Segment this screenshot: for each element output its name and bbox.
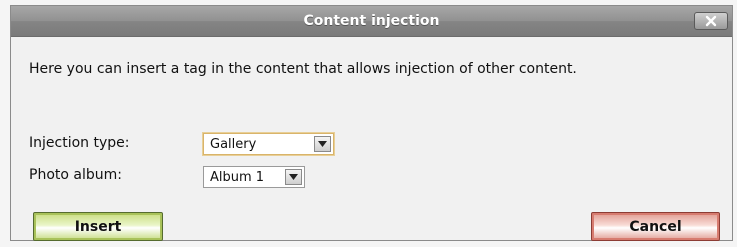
photo-album-label: Photo album: <box>29 167 122 183</box>
content-injection-dialog: Content injection Here you can insert a … <box>10 5 733 241</box>
cancel-button[interactable]: Cancel <box>591 212 720 241</box>
injection-type-value: Gallery <box>210 136 257 152</box>
dialog-title: Content injection <box>303 13 440 29</box>
close-button[interactable] <box>694 12 728 30</box>
injection-type-label: Injection type: <box>29 135 130 151</box>
photo-album-select[interactable]: Album 1 <box>203 166 305 188</box>
close-icon <box>705 15 717 27</box>
chevron-down-icon[interactable] <box>314 136 331 152</box>
injection-type-select[interactable]: Gallery <box>203 133 334 155</box>
dialog-titlebar: Content injection <box>11 6 732 37</box>
insert-button[interactable]: Insert <box>33 212 163 241</box>
chevron-down-icon[interactable] <box>285 169 302 185</box>
dialog-description: Here you can insert a tag in the content… <box>29 61 577 77</box>
photo-album-value: Album 1 <box>210 169 265 185</box>
